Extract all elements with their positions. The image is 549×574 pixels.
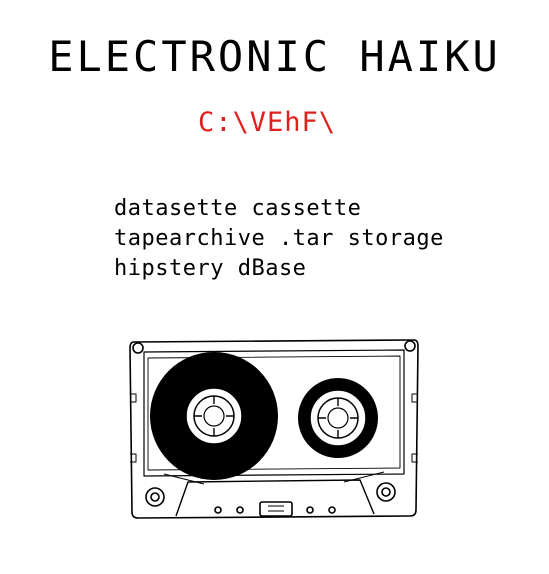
directory-path: C:\VEhF\: [197, 107, 337, 138]
haiku-poem: datasette cassette tapearchive .tar stor…: [114, 194, 444, 284]
page-title: ELECTRONIC HAIKU: [48, 32, 501, 81]
haiku-line-1: datasette cassette: [114, 196, 362, 221]
haiku-line-2: tapearchive .tar storage: [114, 226, 444, 251]
cassette-tape-icon: [129, 339, 419, 519]
haiku-line-3: hipstery dBase: [114, 256, 307, 281]
